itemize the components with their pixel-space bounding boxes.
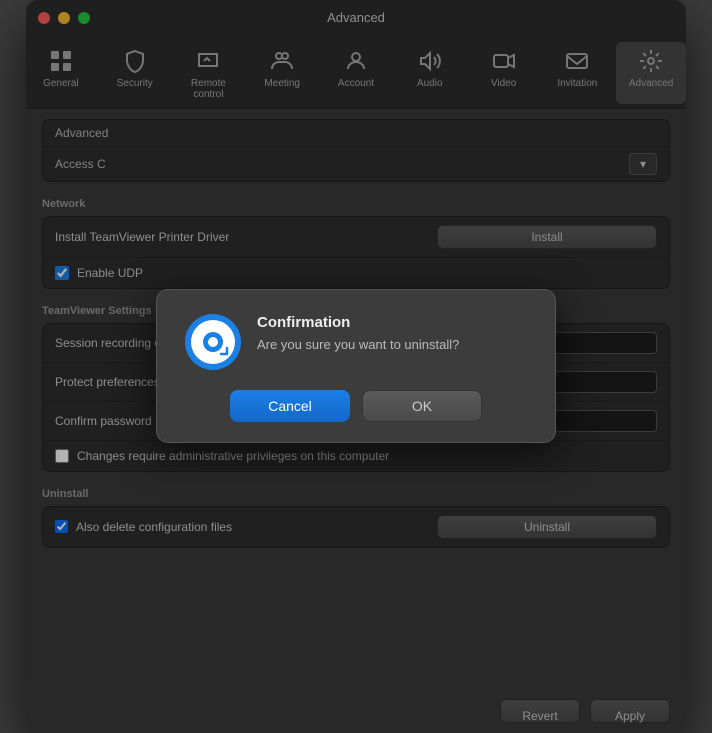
modal-content: Confirmation Are you sure you want to un… [257, 314, 459, 352]
modal-message: Are you sure you want to uninstall? [257, 337, 459, 352]
modal-title: Confirmation [257, 314, 459, 331]
modal-cancel-button[interactable]: Cancel [230, 390, 350, 422]
confirmation-modal: Confirmation Are you sure you want to un… [156, 289, 556, 443]
modal-overlay: Confirmation Are you sure you want to un… [26, 0, 686, 733]
teamviewer-logo [185, 314, 241, 370]
modal-ok-button[interactable]: OK [362, 390, 482, 422]
modal-header: Confirmation Are you sure you want to un… [185, 314, 527, 370]
main-window: Advanced General Security [26, 0, 686, 733]
modal-buttons: Cancel OK [185, 390, 527, 422]
